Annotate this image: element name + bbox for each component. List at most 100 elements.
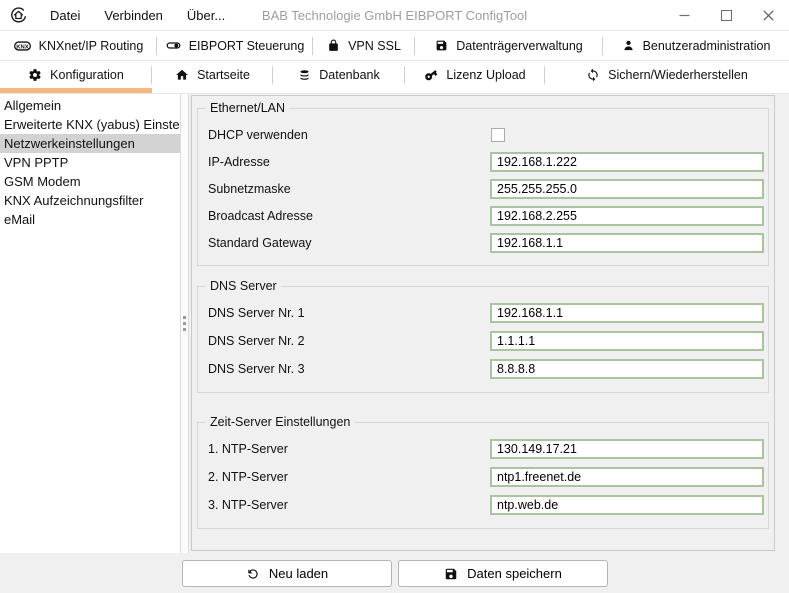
form-row: DNS Server Nr. 1: [208, 299, 764, 327]
field-label: 2. NTP-Server: [208, 470, 490, 484]
person-icon: [622, 39, 635, 52]
section-zeit-server: Zeit-Server Einstellungen 1. NTP-Server …: [197, 415, 769, 529]
form-row: 1. NTP-Server: [208, 435, 764, 463]
settings-nav: Allgemein Erweiterte KNX (yabus) Einstel…: [0, 94, 180, 553]
reload-button[interactable]: Neu laden: [182, 560, 392, 587]
tab-benutzeradministration[interactable]: Benutzeradministration: [603, 31, 789, 60]
dhcp-checkbox[interactable]: [491, 128, 505, 142]
database-icon: [298, 69, 311, 82]
menu-item-verbinden[interactable]: Verbinden: [92, 0, 175, 31]
form-row: Subnetzmaske: [208, 175, 764, 202]
section-dns-server: DNS Server DNS Server Nr. 1 DNS Server N…: [197, 279, 769, 393]
field-label: Standard Gateway: [208, 236, 490, 250]
close-button[interactable]: [747, 0, 789, 30]
field-label: Subnetzmaske: [208, 182, 490, 196]
tab-label: Startseite: [197, 68, 250, 82]
ntp-server-2-input[interactable]: [490, 467, 764, 487]
sidebar-item-vpn-pptp[interactable]: VPN PPTP: [0, 153, 180, 172]
minimize-button[interactable]: [663, 0, 705, 30]
tab-startseite[interactable]: Startseite: [152, 61, 273, 93]
broadcast-adresse-input[interactable]: [490, 206, 764, 226]
field-label: DNS Server Nr. 3: [208, 362, 490, 376]
ntp-server-3-input[interactable]: [490, 495, 764, 515]
field-label: DNS Server Nr. 1: [208, 306, 490, 320]
tab-label: Konfiguration: [50, 68, 124, 82]
sidebar-item-email[interactable]: eMail: [0, 210, 180, 229]
form-row: DNS Server Nr. 2: [208, 327, 764, 355]
home-icon: [175, 68, 189, 82]
close-icon: [763, 10, 774, 21]
form-row: DHCP verwenden: [208, 121, 764, 148]
tab-sichern-wiederherstellen[interactable]: Sichern/Wiederherstellen: [545, 61, 789, 93]
sidebar-item-allgemein[interactable]: Allgemein: [0, 96, 180, 115]
tabbar-sections: Konfiguration Startseite Datenbank Lizen…: [0, 61, 789, 94]
tab-label: Sichern/Wiederherstellen: [608, 68, 748, 82]
section-ethernet-lan: Ethernet/LAN DHCP verwenden IP-Adresse S…: [197, 101, 769, 266]
section-legend: Zeit-Server Einstellungen: [206, 415, 354, 429]
subnetzmaske-input[interactable]: [490, 179, 764, 199]
form-row: Broadcast Adresse: [208, 202, 764, 229]
save-data-button[interactable]: Daten speichern: [398, 560, 608, 587]
sidebar-item-netzwerkeinstellungen[interactable]: Netzwerkeinstellungen: [0, 134, 180, 153]
knx-icon: KNX: [14, 41, 31, 51]
field-label: 1. NTP-Server: [208, 442, 490, 456]
menubar: Datei Verbinden Über...: [38, 0, 237, 31]
section-legend: Ethernet/LAN: [206, 101, 289, 115]
toggle-icon: [166, 38, 181, 53]
dns-server-3-input[interactable]: [490, 359, 764, 379]
field-label: IP-Adresse: [208, 155, 490, 169]
key-icon: [424, 68, 438, 82]
app-window: Datei Verbinden Über... BAB Technologie …: [0, 0, 789, 593]
field-label: Broadcast Adresse: [208, 209, 490, 223]
form-row: 2. NTP-Server: [208, 463, 764, 491]
menu-item-datei[interactable]: Datei: [38, 0, 92, 31]
tab-datenbank[interactable]: Datenbank: [273, 61, 405, 93]
button-label: Daten speichern: [467, 566, 562, 581]
app-logo-icon: [9, 6, 28, 25]
content-area: Allgemein Erweiterte KNX (yabus) Einstel…: [0, 94, 789, 553]
svg-text:KNX: KNX: [16, 44, 28, 50]
tab-vpn-ssl[interactable]: VPN SSL: [313, 31, 415, 60]
tab-label: Datenträgerverwaltung: [456, 39, 582, 53]
tab-lizenz-upload[interactable]: Lizenz Upload: [405, 61, 545, 93]
field-label: DHCP verwenden: [208, 128, 490, 142]
form-row: DNS Server Nr. 3: [208, 355, 764, 383]
tab-datentraegerverwaltung[interactable]: Datenträgerverwaltung: [415, 31, 603, 60]
ip-adresse-input[interactable]: [490, 152, 764, 172]
tab-label: EIBPORT Steuerung: [189, 39, 305, 53]
menu-item-ueber[interactable]: Über...: [175, 0, 237, 31]
button-label: Neu laden: [269, 566, 328, 581]
tab-label: VPN SSL: [348, 39, 401, 53]
sidebar-splitter[interactable]: [180, 94, 189, 553]
ntp-server-1-input[interactable]: [490, 439, 764, 459]
tab-konfiguration[interactable]: Konfiguration: [0, 61, 152, 93]
sidebar-item-erweiterte-knx[interactable]: Erweiterte KNX (yabus) Einstellungen: [0, 115, 180, 134]
field-label: 3. NTP-Server: [208, 498, 490, 512]
dns-server-1-input[interactable]: [490, 303, 764, 323]
maximize-icon: [721, 10, 732, 21]
gear-icon: [28, 68, 42, 82]
window-title: BAB Technologie GmbH EIBPORT ConfigTool: [262, 8, 527, 23]
form-row: IP-Adresse: [208, 148, 764, 175]
sidebar-item-knx-aufzeichnungsfilter[interactable]: KNX Aufzeichnungsfilter: [0, 191, 180, 210]
tab-knxnet-ip-routing[interactable]: KNX KNXnet/IP Routing: [0, 31, 157, 60]
window-controls: [663, 0, 789, 30]
reload-icon: [246, 567, 260, 581]
settings-main: Ethernet/LAN DHCP verwenden IP-Adresse S…: [189, 94, 789, 553]
tab-label: Datenbank: [319, 68, 379, 82]
tabbar-modules: KNX KNXnet/IP Routing EIBPORT Steuerung …: [0, 31, 789, 61]
sidebar-item-gsm-modem[interactable]: GSM Modem: [0, 172, 180, 191]
form-row: Standard Gateway: [208, 229, 764, 256]
floppy-icon: [444, 567, 458, 581]
form-row: 3. NTP-Server: [208, 491, 764, 519]
settings-panel: Ethernet/LAN DHCP verwenden IP-Adresse S…: [191, 95, 775, 551]
field-label: DNS Server Nr. 2: [208, 334, 490, 348]
tab-eibport-steuerung[interactable]: EIBPORT Steuerung: [157, 31, 313, 60]
maximize-button[interactable]: [705, 0, 747, 30]
standard-gateway-input[interactable]: [490, 233, 764, 253]
minimize-icon: [679, 10, 690, 21]
titlebar: Datei Verbinden Über... BAB Technologie …: [0, 0, 789, 31]
tab-label: Lizenz Upload: [446, 68, 525, 82]
dns-server-2-input[interactable]: [490, 331, 764, 351]
action-bar: Neu laden Daten speichern: [0, 553, 789, 593]
